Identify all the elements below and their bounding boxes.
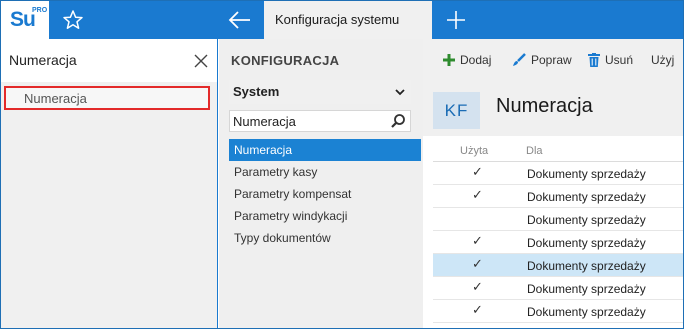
app-window: Su PRO Konfiguracja systemu Numeracja Nu… [0,0,684,329]
config-search-input[interactable] [233,113,383,130]
table-row[interactable]: Dokumenty sprzedaży [433,208,683,231]
config-search-box [229,110,411,132]
group-select-value: System [233,84,280,99]
used-checkmark: ✓ [472,279,483,294]
content-panel: Dodaj Popraw Usuń Użyj KF Numeracja Użyt… [423,39,683,328]
config-item-parametry-kompensat[interactable]: Parametry kompensat [229,183,421,205]
add-button-label: Dodaj [460,53,492,67]
delete-button[interactable]: Usuń [588,51,633,69]
close-icon [194,54,208,68]
row-for-label: Dokumenty sprzedaży [527,213,646,227]
module-tile: KF [433,92,480,129]
used-checkmark: ✓ [472,164,483,179]
column-header-for[interactable]: Dla [526,145,543,157]
table-row-selected[interactable]: ✓ Dokumenty sprzedaży [433,254,683,277]
top-bar: Su PRO Konfiguracja systemu [1,1,683,39]
edit-button-label: Popraw [531,53,572,67]
use-button-label: Użyj [651,53,675,67]
module-tile-text: KF [444,101,469,120]
table-row[interactable]: ✓ Dokumenty sprzedaży [433,185,683,208]
row-for-label: Dokumenty sprzedaży [527,305,646,319]
table-header: Użyta Dla [433,140,683,162]
used-checkmark: ✓ [472,256,483,271]
search-result-label: Numeracja [24,91,87,106]
config-item-numeracja[interactable]: Numeracja [229,139,421,161]
content-header: KF Numeracja [423,81,683,136]
search-input[interactable] [9,49,179,71]
use-button[interactable]: Użyj [651,51,674,69]
table-row[interactable]: ✓ Dokumenty sprzedaży [433,231,683,254]
page-title: Numeracja [496,95,593,117]
toolbar: Dodaj Popraw Usuń Użyj [423,39,683,81]
new-tab-button[interactable] [441,7,471,33]
favorites-button[interactable] [59,8,87,32]
used-checkmark: ✓ [472,233,483,248]
table-row[interactable]: ✓ Dokumenty sprzedaży [433,300,683,323]
column-header-used[interactable]: Użyta [460,145,488,157]
add-button[interactable]: Dodaj [443,51,491,69]
row-for-label: Dokumenty sprzedaży [527,259,646,273]
table-row[interactable]: ✓ Dokumenty sprzedaży [433,277,683,300]
app-logo[interactable]: Su PRO [1,1,50,39]
row-for-label: Dokumenty sprzedaży [527,282,646,296]
delete-button-label: Usuń [605,53,634,67]
config-item-parametry-kasy[interactable]: Parametry kasy [229,161,421,183]
used-checkmark: ✓ [472,302,483,317]
chevron-down-icon [395,89,405,96]
star-icon [63,10,83,29]
search-icon[interactable] [390,113,406,129]
row-for-label: Dokumenty sprzedaży [527,236,646,250]
plus-icon [447,11,465,29]
search-box [1,39,217,82]
tab-konfiguracja-systemu[interactable]: Konfiguracja systemu [264,1,432,39]
group-select[interactable]: System [229,80,411,104]
search-result-item[interactable]: Numeracja [4,86,210,110]
configuration-panel: KONFIGURACJA System Numeracja Parametry … [219,39,423,328]
used-checkmark: ✓ [472,187,483,202]
search-panel: Numeracja [1,39,218,328]
trash-icon [588,53,600,67]
plus-icon [443,54,455,66]
brush-icon [513,53,526,66]
edit-button[interactable]: Popraw [512,51,572,69]
numbering-table: Użyta Dla ✓ Dokumenty sprzedaży ✓ Dokume… [433,140,683,323]
row-for-label: Dokumenty sprzedaży [527,167,646,181]
row-for-label: Dokumenty sprzedaży [527,190,646,204]
config-item-typy-dokumentow[interactable]: Typy dokumentów [229,227,421,249]
logo-badge: PRO [32,7,48,14]
config-item-list: Numeracja Parametry kasy Parametry kompe… [229,139,421,249]
clear-search-button[interactable] [191,51,211,71]
arrow-left-icon [228,11,250,29]
config-item-parametry-windykacji[interactable]: Parametry windykacji [229,205,421,227]
tab-label: Konfiguracja systemu [275,12,400,27]
back-button[interactable] [225,7,255,33]
panel-title: KONFIGURACJA [231,53,340,68]
table-row[interactable]: ✓ Dokumenty sprzedaży [433,162,683,185]
